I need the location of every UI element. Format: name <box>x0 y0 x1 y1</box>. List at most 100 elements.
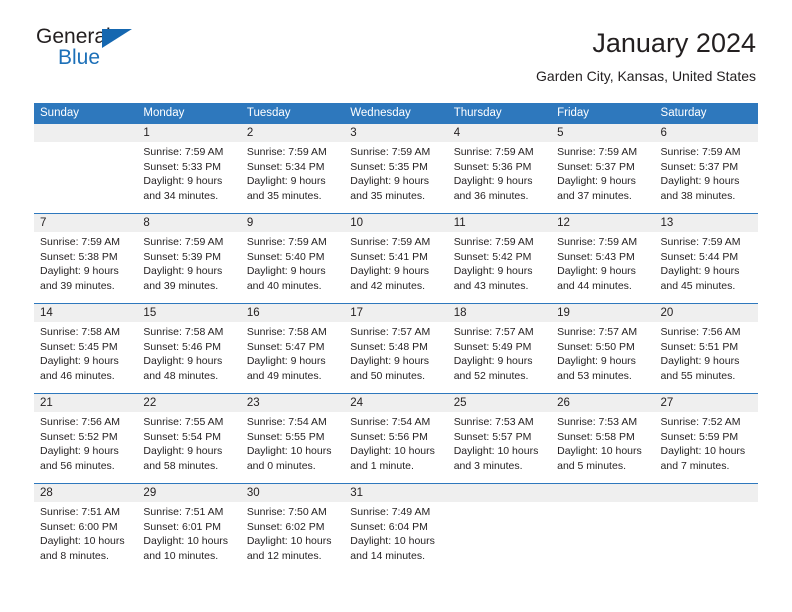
day-number[interactable]: 10 <box>344 214 447 232</box>
day-cell[interactable]: Sunrise: 7:59 AM Sunset: 5:41 PM Daylight:… <box>344 232 447 303</box>
day-daylight1-text: Daylight: 9 hours <box>660 355 740 368</box>
day-cell[interactable]: Sunrise: 7:59 AM Sunset: 5:43 PM Daylight:… <box>551 232 654 303</box>
day-number[interactable]: 24 <box>344 394 447 412</box>
day-number[interactable]: 14 <box>34 304 137 322</box>
day-daylight2-text: and 39 minutes. <box>40 279 115 292</box>
day-sunset-text: Sunset: 5:38 PM <box>40 250 118 263</box>
day-sunset-text: Sunset: 5:36 PM <box>453 160 532 173</box>
day-cell[interactable]: Sunrise: 7:49 AM Sunset: 6:04 PM Daylight:… <box>344 502 447 573</box>
day-number[interactable]: 25 <box>448 394 551 412</box>
day-number[interactable]: 18 <box>448 304 551 322</box>
day-daylight1-text: Daylight: 9 hours <box>143 445 223 458</box>
day-cell[interactable]: Sunrise: 7:51 AM Sunset: 6:00 PM Daylight:… <box>34 502 137 573</box>
day-number[interactable]: 17 <box>344 304 447 322</box>
day-number-empty <box>655 484 758 502</box>
day-daylight2-text: and 35 minutes. <box>350 189 425 202</box>
day-cell[interactable]: Sunrise: 7:59 AM Sunset: 5:33 PM Daylight:… <box>137 142 240 213</box>
day-cell[interactable]: Sunrise: 7:59 AM Sunset: 5:37 PM Daylight:… <box>551 142 654 213</box>
day-cell[interactable]: Sunrise: 7:56 AM Sunset: 5:52 PM Daylight:… <box>34 412 137 483</box>
day-number[interactable]: 22 <box>137 394 240 412</box>
day-cell[interactable]: Sunrise: 7:59 AM Sunset: 5:40 PM Daylight:… <box>241 232 344 303</box>
day-number[interactable]: 31 <box>344 484 447 502</box>
day-cell[interactable]: Sunrise: 7:59 AM Sunset: 5:39 PM Daylight:… <box>137 232 240 303</box>
weekday-header-thursday: Thursday <box>453 107 502 119</box>
day-daylight1-text: Daylight: 10 hours <box>557 445 642 458</box>
day-number[interactable]: 7 <box>34 214 137 232</box>
day-cell[interactable]: Sunrise: 7:59 AM Sunset: 5:44 PM Daylight:… <box>655 232 758 303</box>
day-number[interactable]: 9 <box>241 214 344 232</box>
day-number[interactable]: 28 <box>34 484 137 502</box>
weekday-header-row: Sunday Monday Tuesday Wednesday Thursday Frid… <box>34 103 758 124</box>
day-number[interactable]: 1 <box>137 124 240 142</box>
day-sunrise-text: Sunrise: 7:59 AM <box>350 236 431 248</box>
day-cell[interactable]: Sunrise: 7:58 AM Sunset: 5:47 PM Daylight:… <box>241 322 344 393</box>
day-cell[interactable]: Sunrise: 7:52 AM Sunset: 5:59 PM Daylight:… <box>655 412 758 483</box>
day-daylight1-text: Daylight: 9 hours <box>143 355 223 368</box>
day-daylight2-text: and 1 minute. <box>350 459 414 472</box>
day-cell[interactable]: Sunrise: 7:53 AM Sunset: 5:58 PM Daylight:… <box>551 412 654 483</box>
day-number[interactable]: 11 <box>448 214 551 232</box>
day-number[interactable]: 3 <box>344 124 447 142</box>
weekday-header-friday: Friday <box>557 107 590 119</box>
day-sunrise-text: Sunrise: 7:58 AM <box>246 326 327 338</box>
day-cell[interactable]: Sunrise: 7:59 AM Sunset: 5:37 PM Daylight:… <box>655 142 758 213</box>
day-sunset-text: Sunset: 5:33 PM <box>143 160 222 173</box>
day-sunrise-text: Sunrise: 7:58 AM <box>143 326 224 338</box>
day-daylight2-text: and 38 minutes. <box>660 189 736 202</box>
day-number[interactable]: 16 <box>241 304 344 322</box>
day-daylight2-text: and 49 minutes. <box>246 369 322 382</box>
page-header: General Blue January 2024 Garden City, K… <box>0 0 792 85</box>
day-number[interactable]: 21 <box>34 394 137 412</box>
day-sunrise-text: Sunrise: 7:59 AM <box>246 236 327 248</box>
day-number[interactable]: 2 <box>241 124 344 142</box>
day-cell[interactable]: Sunrise: 7:51 AM Sunset: 6:01 PM Daylight:… <box>137 502 240 573</box>
day-number[interactable]: 4 <box>448 124 551 142</box>
day-number[interactable]: 6 <box>655 124 758 142</box>
day-cell[interactable]: Sunrise: 7:53 AM Sunset: 5:57 PM Daylight:… <box>448 412 551 483</box>
day-number[interactable]: 23 <box>241 394 344 412</box>
day-number[interactable]: 30 <box>241 484 344 502</box>
day-cell[interactable]: Sunrise: 7:54 AM Sunset: 5:56 PM Daylight:… <box>344 412 447 483</box>
day-cell[interactable]: Sunrise: 7:59 AM Sunset: 5:35 PM Daylight:… <box>344 142 447 213</box>
day-daylight2-text: and 52 minutes. <box>453 369 529 382</box>
day-daylight2-text: and 46 minutes. <box>40 369 115 382</box>
day-sunset-text: Sunset: 5:42 PM <box>453 250 532 263</box>
day-number[interactable]: 29 <box>137 484 240 502</box>
week-detail-strip: Sunrise: 7:59 AM Sunset: 5:38 PM Daylight:… <box>34 232 758 303</box>
logo[interactable]: General Blue <box>36 26 146 74</box>
day-number[interactable]: 12 <box>551 214 654 232</box>
day-number[interactable]: 19 <box>551 304 654 322</box>
day-cell[interactable]: Sunrise: 7:57 AM Sunset: 5:50 PM Daylight:… <box>551 322 654 393</box>
day-cell[interactable]: Sunrise: 7:50 AM Sunset: 6:02 PM Daylight:… <box>241 502 344 573</box>
day-cell[interactable]: Sunrise: 7:54 AM Sunset: 5:55 PM Daylight:… <box>241 412 344 483</box>
day-number[interactable]: 13 <box>655 214 758 232</box>
day-cell[interactable]: Sunrise: 7:59 AM Sunset: 5:38 PM Daylight:… <box>34 232 137 303</box>
day-daylight2-text: and 12 minutes. <box>246 549 322 562</box>
day-daylight1-text: Daylight: 10 hours <box>350 535 435 548</box>
day-daylight1-text: Daylight: 10 hours <box>143 535 229 548</box>
day-number-empty <box>34 124 137 142</box>
day-cell[interactable]: Sunrise: 7:58 AM Sunset: 5:46 PM Daylight:… <box>137 322 240 393</box>
day-number[interactable]: 15 <box>137 304 240 322</box>
day-cell[interactable]: Sunrise: 7:57 AM Sunset: 5:49 PM Daylight:… <box>448 322 551 393</box>
day-sunrise-text: Sunrise: 7:59 AM <box>557 146 638 158</box>
day-sunset-text: Sunset: 5:34 PM <box>246 160 325 173</box>
day-daylight2-text: and 35 minutes. <box>246 189 322 202</box>
day-sunrise-text: Sunrise: 7:59 AM <box>143 236 224 248</box>
day-daylight1-text: Daylight: 9 hours <box>557 355 636 368</box>
week-detail-strip: Sunrise: 7:56 AM Sunset: 5:52 PM Daylight:… <box>34 412 758 483</box>
day-cell[interactable]: Sunrise: 7:55 AM Sunset: 5:54 PM Daylight:… <box>137 412 240 483</box>
day-cell[interactable]: Sunrise: 7:56 AM Sunset: 5:51 PM Daylight:… <box>655 322 758 393</box>
day-number[interactable]: 26 <box>551 394 654 412</box>
day-number[interactable]: 8 <box>137 214 240 232</box>
day-cell[interactable]: Sunrise: 7:57 AM Sunset: 5:48 PM Daylight:… <box>344 322 447 393</box>
day-number[interactable]: 5 <box>551 124 654 142</box>
day-cell[interactable]: Sunrise: 7:59 AM Sunset: 5:36 PM Daylight:… <box>448 142 551 213</box>
day-number[interactable]: 27 <box>655 394 758 412</box>
calendar-week-row: 7 8 9 10 11 12 13 Sunrise: 7:59 AM Sunset: 5:38 … <box>34 213 758 303</box>
day-cell[interactable]: Sunrise: 7:58 AM Sunset: 5:45 PM Daylight:… <box>34 322 137 393</box>
day-sunset-text: Sunset: 6:02 PM <box>246 520 325 533</box>
day-number[interactable]: 20 <box>655 304 758 322</box>
day-cell[interactable]: Sunrise: 7:59 AM Sunset: 5:42 PM Daylight:… <box>448 232 551 303</box>
day-cell[interactable]: Sunrise: 7:59 AM Sunset: 5:34 PM Daylight:… <box>241 142 344 213</box>
